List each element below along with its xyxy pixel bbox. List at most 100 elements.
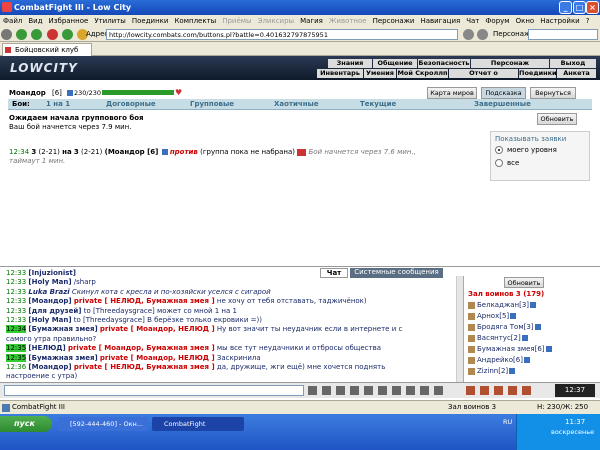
nav-skills[interactable]: Умения bbox=[364, 69, 396, 78]
refresh-icon[interactable] bbox=[61, 29, 73, 40]
message-time[interactable]: 12:33 bbox=[6, 278, 26, 286]
radio-all[interactable] bbox=[495, 159, 503, 167]
message-sender[interactable]: [Моандор] bbox=[28, 363, 71, 371]
user-icon[interactable] bbox=[468, 334, 475, 342]
private-recipients[interactable]: private [ Моандор, НЕЛЮД ] bbox=[100, 325, 215, 333]
address-input[interactable]: http://lowcity.combats.com/buttons.pl?ba… bbox=[106, 29, 458, 40]
message-time[interactable]: 12:33 bbox=[6, 316, 26, 324]
menu-utilities[interactable]: Утилиты bbox=[91, 17, 129, 25]
user-list-item[interactable]: Бродяга Том[3] bbox=[468, 323, 541, 331]
private-recipients[interactable]: private [ Моандор, Бумажная змея ] bbox=[68, 344, 215, 352]
send-icon[interactable] bbox=[308, 386, 317, 395]
user-name[interactable]: Васянтус bbox=[477, 334, 511, 342]
nav-knowledge[interactable]: Знания bbox=[328, 59, 372, 68]
info-icon[interactable] bbox=[434, 386, 443, 395]
message-time[interactable]: 12:36 bbox=[6, 363, 26, 371]
tab-1v1[interactable]: 1 на 1 bbox=[46, 99, 70, 110]
menu-navigation[interactable]: Навигация bbox=[417, 17, 463, 25]
task-window-1[interactable]: [592-444-460] - Окн... bbox=[58, 417, 148, 431]
user-icon[interactable] bbox=[468, 356, 475, 364]
menu-animal[interactable]: Животное bbox=[326, 17, 370, 25]
message-sender[interactable]: [Injuzionist] bbox=[28, 269, 76, 277]
message-sender[interactable]: [Holy Man] bbox=[28, 278, 71, 286]
menu-sets[interactable]: Комплекты bbox=[171, 17, 219, 25]
clan-icon[interactable] bbox=[494, 386, 503, 395]
stop-icon[interactable] bbox=[46, 29, 58, 40]
menu-favorites[interactable]: Избранное bbox=[46, 17, 92, 25]
menu-magic[interactable]: Магия bbox=[297, 17, 326, 25]
tab-chaotic[interactable]: Хаотичные bbox=[274, 99, 319, 110]
message-sender[interactable]: [Моандор] bbox=[28, 297, 71, 305]
arrow-icon[interactable] bbox=[1, 29, 12, 40]
user-name[interactable]: Бумажная змея bbox=[477, 345, 535, 353]
hint-button[interactable]: Подсказка bbox=[481, 87, 526, 99]
close-tab-icon[interactable] bbox=[5, 47, 11, 53]
message-time[interactable]: 12:35 bbox=[6, 344, 27, 353]
info-icon[interactable] bbox=[545, 346, 552, 352]
fight-icon[interactable] bbox=[466, 386, 475, 395]
forward-icon[interactable] bbox=[31, 29, 43, 40]
private-recipients[interactable]: private [ Моандор, НЕЛЮД ] bbox=[100, 354, 215, 362]
message-time[interactable]: 12:33 bbox=[6, 307, 26, 315]
private-recipients[interactable]: private [ НЕЛЮД, Бумажная змея ] bbox=[74, 297, 215, 305]
menu-fights[interactable]: Поединки bbox=[129, 17, 172, 25]
user-list-item[interactable]: Васянтус[2] bbox=[468, 334, 528, 342]
tab-system-messages[interactable]: Системные сообщения bbox=[350, 268, 443, 278]
chat-input[interactable] bbox=[4, 385, 304, 396]
info-icon[interactable] bbox=[161, 149, 168, 155]
nav-fights[interactable]: Поединки bbox=[519, 69, 557, 78]
settings-icon[interactable] bbox=[392, 386, 401, 395]
menu-chat[interactable]: Чат bbox=[463, 17, 482, 25]
nav-character[interactable]: Персонаж bbox=[471, 59, 549, 68]
language-indicator[interactable]: RU bbox=[503, 418, 512, 426]
refresh-button[interactable]: Обновить bbox=[537, 113, 577, 125]
nav-transfer-report[interactable]: Отчет о переводах bbox=[449, 69, 518, 86]
back-icon[interactable] bbox=[16, 29, 28, 40]
message-time[interactable]: 12:34 bbox=[6, 325, 27, 334]
return-button[interactable]: Вернуться bbox=[530, 87, 576, 99]
nav-profile[interactable]: Анкета bbox=[557, 69, 596, 78]
start-button[interactable]: пуск bbox=[0, 416, 52, 432]
menu-characters[interactable]: Персонажи bbox=[370, 17, 418, 25]
tab-agreed[interactable]: Договорные bbox=[106, 99, 156, 110]
user-icon[interactable] bbox=[468, 323, 475, 331]
clear-icon[interactable] bbox=[350, 386, 359, 395]
task-combatfight[interactable]: CombatFight bbox=[152, 417, 244, 431]
message-sender[interactable]: [НЕЛЮД] bbox=[28, 344, 65, 352]
menu-elixirs[interactable]: Эликсиры bbox=[255, 17, 298, 25]
nav-my-scroll[interactable]: Мой Скроллп bbox=[397, 69, 448, 78]
nav-inventory[interactable]: Инвентарь bbox=[317, 69, 363, 78]
user-name[interactable]: Белкаджан bbox=[477, 301, 519, 309]
world-map-button[interactable]: Карта миров bbox=[427, 87, 477, 99]
mail-icon[interactable] bbox=[522, 386, 531, 395]
message-time[interactable]: 12:33 bbox=[6, 288, 26, 296]
menu-help[interactable]: ? bbox=[583, 17, 593, 25]
message-sender[interactable]: [для друзей] bbox=[28, 307, 81, 315]
message-sender[interactable]: [Holy Man] bbox=[28, 316, 71, 324]
user-name[interactable]: Zizinn bbox=[477, 367, 498, 375]
radio-my-level[interactable] bbox=[495, 146, 503, 154]
user-list-item[interactable]: Белкаджан[3] bbox=[468, 301, 537, 309]
menu-techniques[interactable]: Приёмы bbox=[219, 17, 254, 25]
private-recipients[interactable]: private [ НЕЛЮД, Бумажная змея ] bbox=[74, 363, 215, 371]
info-icon[interactable] bbox=[521, 335, 528, 341]
minimize-button[interactable]: _ bbox=[559, 1, 572, 14]
menu-forum[interactable]: Форум bbox=[482, 17, 512, 25]
users-refresh-button[interactable]: Обновить bbox=[504, 277, 544, 288]
nav-exit[interactable]: Выход bbox=[550, 59, 596, 68]
translit-icon[interactable] bbox=[364, 386, 373, 395]
user-icon[interactable] bbox=[468, 301, 475, 309]
menu-file[interactable]: Файл bbox=[0, 17, 25, 25]
menu-view[interactable]: Вид bbox=[25, 17, 45, 25]
menu-settings[interactable]: Настройки bbox=[537, 17, 583, 25]
info-icon[interactable] bbox=[67, 90, 73, 96]
message-sender[interactable]: [Бумажная змея] bbox=[28, 354, 97, 362]
info-icon[interactable] bbox=[530, 302, 537, 308]
tab-current[interactable]: Текущие bbox=[360, 99, 396, 110]
nav-communication[interactable]: Общение bbox=[373, 59, 417, 68]
message-time[interactable]: 12:33 bbox=[6, 269, 26, 277]
smile-icon[interactable] bbox=[322, 386, 331, 395]
info-icon[interactable] bbox=[510, 313, 517, 319]
filter-icon[interactable] bbox=[336, 386, 345, 395]
player-name[interactable]: Моандор bbox=[9, 89, 46, 97]
